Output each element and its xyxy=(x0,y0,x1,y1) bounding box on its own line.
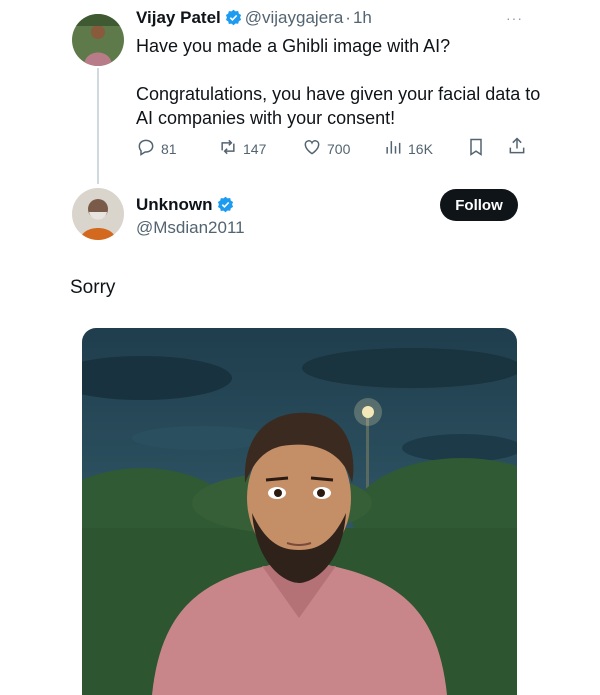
tweet-header: Vijay Patel @vijaygajera · 1h xyxy=(136,8,372,31)
like-count: 700 xyxy=(327,140,351,157)
reply-icon xyxy=(136,137,156,160)
reply-user-header: Unknown xyxy=(136,195,237,218)
reply-action[interactable]: 81 xyxy=(136,137,177,160)
tweet-text: Have you made a Ghibli image with AI? Co… xyxy=(136,36,541,128)
more-options-icon[interactable]: ··· xyxy=(506,10,523,26)
author-handle[interactable]: @vijaygajera xyxy=(245,8,344,27)
verified-badge-icon xyxy=(217,196,234,218)
author-avatar[interactable] xyxy=(72,14,124,66)
views-count: 16K xyxy=(408,140,433,157)
reply-user-avatar[interactable] xyxy=(72,188,124,240)
reply-text: Sorry xyxy=(70,277,116,298)
repost-icon xyxy=(218,137,238,160)
verified-badge-icon xyxy=(225,9,242,31)
reply-user-handle[interactable]: @Msdian2011 xyxy=(136,218,245,238)
author-name[interactable]: Vijay Patel xyxy=(136,8,221,27)
follow-button[interactable]: Follow xyxy=(440,189,518,221)
views-bar-chart-icon xyxy=(383,137,403,160)
repost-count: 147 xyxy=(243,140,267,157)
reply-count: 81 xyxy=(161,140,177,157)
tweet-time[interactable]: 1h xyxy=(353,8,372,27)
thread-connector-line xyxy=(97,68,99,184)
share-icon[interactable] xyxy=(507,136,527,161)
header-separator: · xyxy=(345,8,351,27)
bookmark-icon[interactable] xyxy=(466,137,486,162)
repost-action[interactable]: 147 xyxy=(218,137,266,160)
heart-icon xyxy=(302,137,322,160)
like-action[interactable]: 700 xyxy=(302,137,350,160)
reply-user-name[interactable]: Unknown xyxy=(136,195,213,214)
views-action[interactable]: 16K xyxy=(383,137,433,160)
ghibli-style-portrait-image[interactable] xyxy=(82,328,517,695)
